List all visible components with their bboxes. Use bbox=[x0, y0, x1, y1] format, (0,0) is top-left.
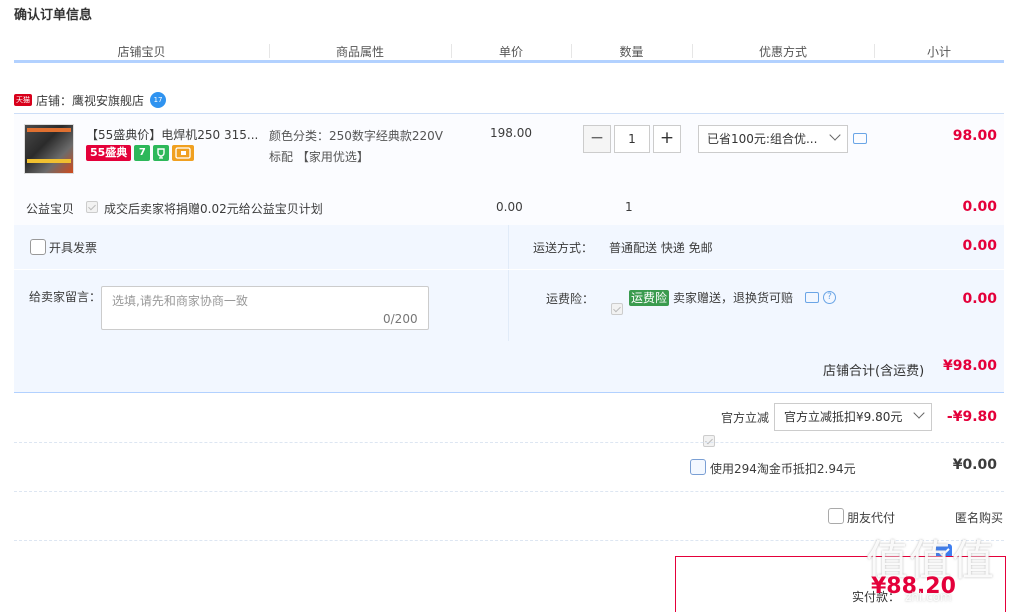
charity-subtotal: 0.00 bbox=[962, 199, 997, 215]
insurance-tag: 运费险 bbox=[629, 289, 670, 306]
attribute-line: 颜色分类：250数字经典款220V bbox=[269, 129, 444, 143]
shop-label: 店铺： bbox=[36, 93, 73, 108]
product-badges: 55盛典 7 bbox=[86, 145, 195, 161]
insurance-checkbox bbox=[611, 303, 623, 315]
shipping-method: 普通配送 快递 免邮 bbox=[609, 241, 713, 255]
invoice-label: 开具发票 bbox=[49, 241, 98, 255]
insurance-label: 运费险： bbox=[546, 292, 595, 306]
product-attributes: 颜色分类：250数字经典款220V 标配 【家用优选】 bbox=[269, 126, 459, 168]
chevron-down-icon bbox=[829, 129, 841, 141]
message-label: 给卖家留言： bbox=[29, 290, 102, 304]
panel-divider bbox=[14, 269, 1004, 270]
charity-price: 0.00 bbox=[496, 200, 523, 214]
column-header-price: 单价 bbox=[498, 45, 523, 59]
official-discount-value: 官方立减抵扣¥9.80元 bbox=[784, 410, 903, 424]
product-thumbnail[interactable] bbox=[24, 124, 74, 174]
guarantee-icon bbox=[153, 145, 170, 161]
wangwang-chat-icon[interactable]: 17 bbox=[150, 92, 167, 108]
anonymous-label: 匿名购买 bbox=[955, 511, 1004, 525]
discount-select-value: 已省100元:组合优... bbox=[707, 132, 818, 146]
quantity-input[interactable]: 1 bbox=[614, 125, 650, 153]
shipping-amount: 0.00 bbox=[962, 238, 997, 254]
thumbnail-banner bbox=[27, 159, 71, 163]
charity-checkbox bbox=[86, 201, 98, 213]
message-placeholder: 选填,请先和商家协商一致 bbox=[112, 294, 248, 308]
coin-deduction-amount: ¥0.00 bbox=[952, 457, 997, 473]
charity-quantity: 1 bbox=[625, 200, 633, 214]
attribute-line: 标配 【家用优选】 bbox=[269, 150, 369, 164]
comment-icon[interactable] bbox=[853, 133, 867, 144]
chevron-down-icon bbox=[913, 407, 925, 419]
seven-day-return-icon: 7 bbox=[134, 145, 151, 161]
insurance-info: 运费险 卖家赠送，退换货可赔 ? bbox=[629, 289, 837, 306]
official-discount-checkbox bbox=[703, 435, 715, 447]
invoice-checkbox[interactable] bbox=[30, 239, 46, 255]
coin-deduction-checkbox[interactable] bbox=[690, 459, 706, 475]
official-discount-amount: -¥9.80 bbox=[946, 409, 997, 425]
message-char-counter: 0/200 bbox=[383, 312, 418, 326]
unit-price: 198.00 bbox=[490, 126, 532, 140]
shop-total-amount: ¥98.00 bbox=[942, 358, 997, 374]
friend-pay-checkbox[interactable] bbox=[828, 508, 844, 524]
page-title: 确认订单信息 bbox=[14, 8, 93, 23]
charity-text: 成交后卖家将捐赠0.02元给公益宝贝计划 bbox=[104, 202, 323, 216]
tmall-icon: 天猫 bbox=[14, 94, 32, 106]
help-icon[interactable]: ? bbox=[823, 291, 837, 304]
shop-name-link[interactable]: 鹰视安旗舰店 bbox=[72, 92, 144, 109]
quantity-stepper: − 1 + bbox=[583, 125, 681, 153]
shop-total-label: 店铺合计(含运费) bbox=[823, 364, 925, 379]
header-underline bbox=[14, 60, 1004, 63]
watermark-url: zhi.com bbox=[905, 590, 952, 604]
row-divider bbox=[14, 442, 1004, 443]
product-name-link[interactable]: 【55盛典价】电焊机250 315... bbox=[86, 126, 258, 143]
column-header-subtotal: 小计 bbox=[926, 45, 951, 59]
decrease-button[interactable]: − bbox=[583, 125, 611, 153]
insurance-amount: 0.00 bbox=[962, 291, 997, 307]
shipping-label: 运送方式： bbox=[533, 241, 594, 255]
official-discount-select[interactable]: 官方立减抵扣¥9.80元 bbox=[774, 403, 932, 431]
credit-card-icon bbox=[172, 145, 195, 161]
column-header-discount: 优惠方式 bbox=[758, 45, 807, 59]
increase-button[interactable]: + bbox=[653, 125, 681, 153]
official-discount-label: 官方立减 bbox=[721, 411, 770, 425]
shop-line: 天猫 店铺： 鹰视安旗舰店 17 bbox=[14, 91, 167, 109]
festival-badge: 55盛典 bbox=[86, 145, 132, 161]
item-subtotal: 98.00 bbox=[952, 128, 997, 144]
row-divider bbox=[14, 540, 1004, 541]
coin-deduction-label: 使用294淘金币抵扣2.94元 bbox=[710, 462, 856, 476]
friend-pay-label: 朋友代付 bbox=[847, 511, 896, 525]
insurance-text: 卖家赠送，退换货可赔 bbox=[673, 291, 794, 305]
comment-icon[interactable] bbox=[805, 292, 820, 303]
panel-divider bbox=[508, 225, 509, 341]
discount-select[interactable]: 已省100元:组合优... bbox=[698, 125, 848, 153]
thumbnail-banner bbox=[27, 128, 71, 132]
column-header-item: 店铺宝贝 bbox=[117, 45, 166, 59]
charity-label: 公益宝贝 bbox=[26, 202, 75, 216]
column-header-quantity: 数量 bbox=[619, 45, 644, 59]
column-header-attributes: 商品属性 bbox=[335, 45, 384, 59]
row-divider bbox=[14, 491, 1004, 492]
